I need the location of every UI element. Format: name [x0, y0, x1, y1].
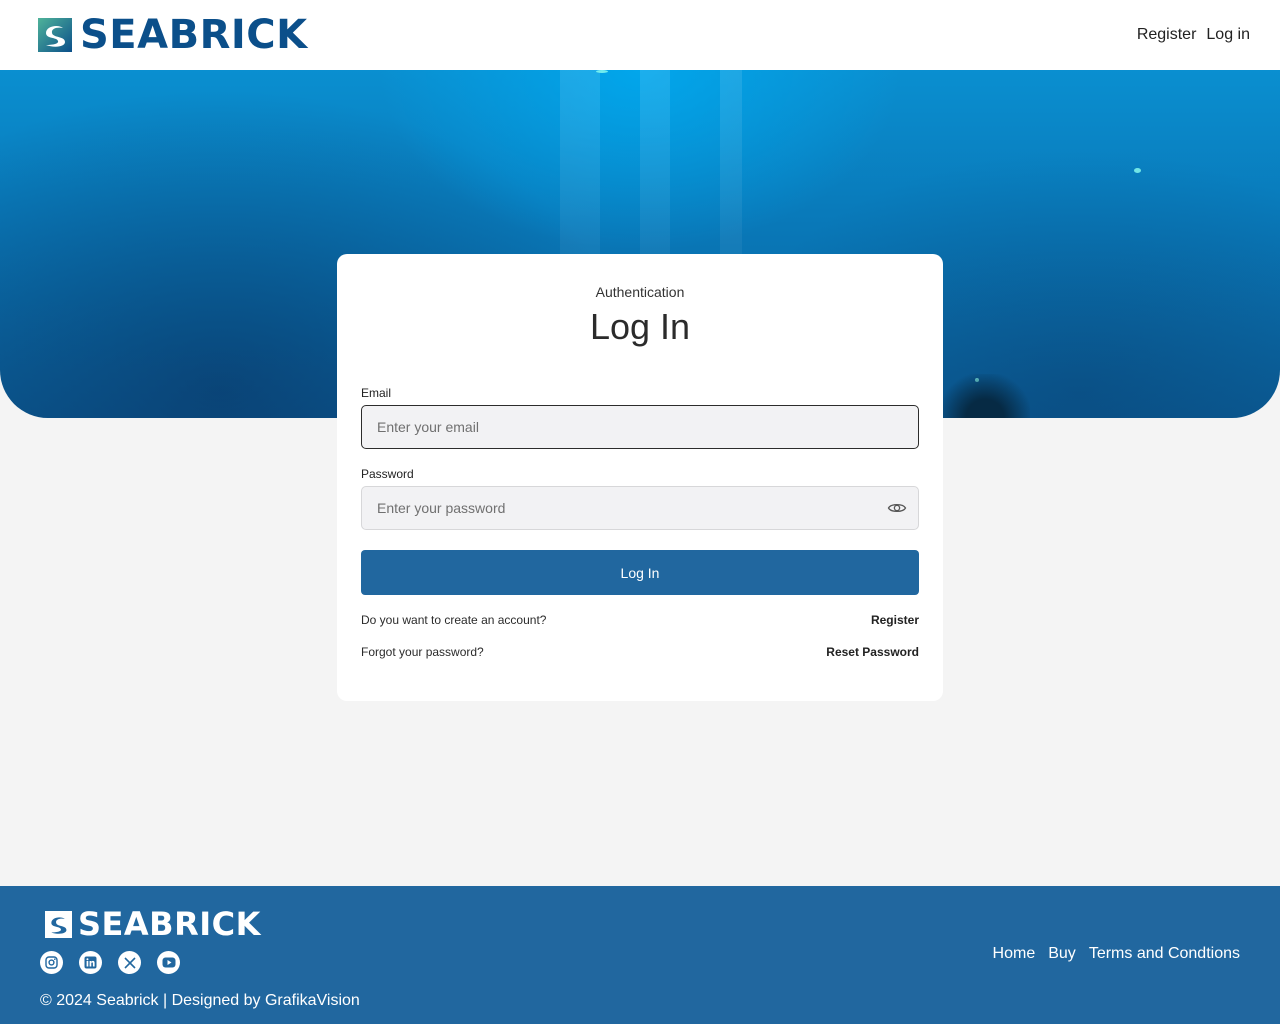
- footer-nav: Home Buy Terms and Condtions: [993, 945, 1240, 963]
- create-account-row: Do you want to create an account? Regist…: [361, 613, 919, 627]
- register-link[interactable]: Register: [871, 613, 919, 627]
- page-title: Log In: [589, 306, 691, 347]
- brand-name: SEABRICK: [80, 12, 308, 58]
- footer-home-link[interactable]: Home: [993, 945, 1036, 963]
- password-label: Password: [361, 467, 414, 481]
- footer-buy-link[interactable]: Buy: [1048, 945, 1076, 963]
- header-nav: Register Log in: [1137, 26, 1250, 44]
- create-account-prompt: Do you want to create an account?: [361, 613, 547, 627]
- reef-silhouette: [940, 374, 1030, 418]
- particle: [596, 70, 608, 73]
- password-field[interactable]: [361, 486, 919, 530]
- linkedin-icon[interactable]: [79, 951, 102, 974]
- email-field-wrap: [361, 405, 919, 449]
- reset-password-link[interactable]: Reset Password: [826, 645, 919, 659]
- copyright-text: © 2024 Seabrick | Designed by GrafikaVis…: [40, 992, 360, 1009]
- particle: [1134, 168, 1141, 173]
- site-footer: SEABRICK © 2024 Seabrick | Designed by G…: [0, 886, 1280, 1024]
- footer-terms-link[interactable]: Terms and Condtions: [1089, 945, 1240, 963]
- x-icon[interactable]: [118, 951, 141, 974]
- youtube-icon[interactable]: [157, 951, 180, 974]
- footer-brand-name: SEABRICK: [78, 905, 261, 943]
- forgot-password-row: Forgot your password? Reset Password: [361, 645, 919, 659]
- email-label: Email: [361, 386, 392, 400]
- card-eyebrow: Authentication: [595, 284, 685, 300]
- eye-icon[interactable]: [887, 498, 907, 518]
- login-card: Authentication Log In Email Password Log…: [337, 254, 943, 701]
- wave-logo-icon: [45, 910, 72, 938]
- wave-logo-icon: [38, 18, 72, 52]
- footer-logo[interactable]: SEABRICK: [45, 908, 261, 940]
- site-logo[interactable]: SEABRICK: [38, 15, 308, 55]
- site-header: SEABRICK Register Log in: [0, 0, 1280, 70]
- nav-register-link[interactable]: Register: [1137, 26, 1197, 44]
- login-button[interactable]: Log In: [361, 550, 919, 595]
- forgot-password-prompt: Forgot your password?: [361, 645, 484, 659]
- social-links: [40, 951, 180, 974]
- password-field-wrap: [361, 486, 919, 530]
- instagram-icon[interactable]: [40, 951, 63, 974]
- email-field[interactable]: [361, 405, 919, 449]
- nav-login-link[interactable]: Log in: [1206, 26, 1250, 44]
